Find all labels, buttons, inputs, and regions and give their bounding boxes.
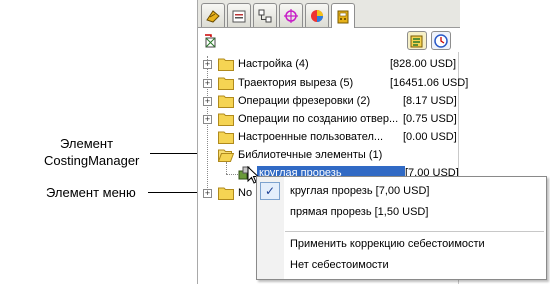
expand-icon[interactable]: + [203,189,212,198]
tree-item-label: Библиотечные элементы (1) [238,149,383,161]
tree-item-cost: [0.00 USD] [403,131,457,143]
tab-display-manager[interactable] [305,3,329,27]
folder-open-icon [218,149,234,162]
dimxpert-manager-icon [284,8,298,23]
menu-item-no-cost[interactable]: Нет себестоимости [290,259,389,271]
tree-item-label: Операции фрезеровки (2) [238,95,371,107]
tree-item-label: Операции по созданию отвер... [238,113,399,125]
tree-row-cut-path[interactable]: + Траектория выреза (5) [16451.06 USD] [198,74,468,93]
menu-item-apply-cost-override[interactable]: Применить коррекцию себестоимости [290,238,485,250]
folder-icon [218,95,234,108]
callout-costing-manager-line2: CostingManager [44,153,140,168]
configuration-manager-icon [258,9,272,22]
tab-property-manager[interactable] [227,3,251,27]
tree-row-library-features[interactable]: Библиотечные элементы (1) [198,146,460,165]
check-icon: ✓ [260,182,280,200]
tree-row-mill-operations[interactable]: + Операции фрезеровки (2) [8.17 USD] [198,92,460,111]
property-manager-icon [232,10,246,22]
costing-toolbar [198,28,460,52]
display-manager-icon [311,9,323,22]
tree-item-label: Настроенные пользовател... [238,131,384,143]
costing-template-icon [205,33,216,47]
costing-options-button[interactable] [407,31,427,50]
context-menu: ✓ круглая прорезь [7,00 USD] прямая прор… [256,176,547,280]
expand-icon[interactable]: + [203,97,212,106]
tree-item-label: No [238,187,253,199]
menu-item-round-slot[interactable]: круглая прорезь [7,00 USD] [290,185,429,197]
tree-row-custom-operations[interactable]: Настроенные пользовател... [0.00 USD] [198,128,460,147]
menu-item-straight-slot[interactable]: прямая прорезь [1,50 USD] [290,206,428,218]
tree-item-cost: [0.75 USD] [403,113,457,125]
tab-dimxpert-manager[interactable] [279,3,303,27]
costing-template-button[interactable] [202,31,220,50]
folder-icon [218,131,234,144]
tab-configuration-manager[interactable] [253,3,277,27]
costing-clock-button[interactable] [431,31,451,50]
tree-item-label: Траектория выреза (5) [238,77,354,89]
tree-item-cost: [8.17 USD] [403,95,457,107]
expand-icon[interactable]: + [203,79,212,88]
tab-feature-manager[interactable] [201,3,225,27]
folder-icon [218,113,234,126]
costing-options-icon [410,35,423,47]
costing-clock-icon [434,33,448,48]
tree-item-label: Настройка (4) [238,58,309,70]
tree-item-cost: [16451.06 USD] [390,77,469,89]
tab-costing-manager[interactable] [331,3,355,29]
folder-icon [218,58,234,71]
folder-icon [218,77,234,90]
costing-manager-icon [337,10,349,23]
tree-item-cost: [828.00 USD] [390,58,457,70]
callout-costing-manager-line1: Элемент [60,136,114,151]
tree-row-hole-operations[interactable]: + Операции по созданию отвер... [0.75 US… [198,110,460,129]
folder-icon [218,187,234,200]
manager-tab-bar [198,0,460,29]
menu-separator [285,231,544,232]
expand-icon[interactable]: + [203,115,212,124]
tree-row-setup[interactable]: + Настройка (4) [828.00 USD] [198,55,460,74]
feature-manager-icon [206,9,220,23]
callout-menu-item: Элемент меню [46,185,136,200]
expand-icon[interactable]: + [203,60,212,69]
